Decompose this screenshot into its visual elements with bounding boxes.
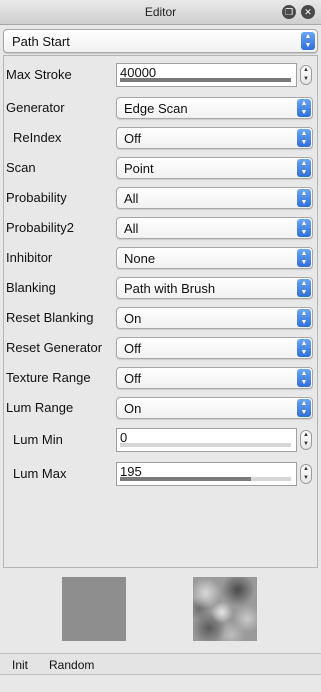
blanking-select-value: Path with Brush [124,281,216,296]
close-icon[interactable]: ✕ [301,5,315,19]
blanking-select[interactable]: Path with Brush ▲ ▼ [116,277,313,299]
probability2-select[interactable]: All ▲ ▼ [116,217,313,239]
reset-blanking-select-value: On [124,311,142,326]
window-title: Editor [144,5,177,19]
reset-blanking-label: Reset Blanking [6,310,94,325]
max-stroke-slider-fill [120,78,291,82]
title-bar: Editor ❐ ✕ [0,0,321,25]
reindex-select-value: Off [124,131,142,146]
updown-arrows-icon: ▲ ▼ [297,249,311,267]
lum-max-slider-fill [120,477,251,481]
scan-select-value: Point [124,161,154,176]
inhibitor-select[interactable]: None ▲ ▼ [116,247,313,269]
updown-arrows-icon: ▲ ▼ [297,159,311,177]
generator-select-value: Edge Scan [124,101,188,116]
generator-select[interactable]: Edge Scan ▲ ▼ [116,97,313,119]
row-lum-range: Lum Range On ▲ ▼ [4,396,317,420]
row-scan: Scan Point ▲ ▼ [4,156,317,180]
texture-preview-swatch [193,577,257,641]
inhibitor-select-value: None [124,251,156,266]
reindex-label: ReIndex [13,130,62,145]
updown-arrows-icon: ▲ ▼ [301,32,315,50]
probability2-select-value: All [124,221,139,236]
path-start-select-value: Path Start [12,34,70,49]
reindex-select[interactable]: Off ▲ ▼ [116,127,313,149]
lum-min-slider[interactable] [120,443,291,447]
row-max-stroke: Max Stroke 40000 ▲ ▼ [4,63,317,87]
lum-max-label: Lum Max [13,466,67,481]
lum-range-label: Lum Range [6,400,74,415]
reset-generator-select[interactable]: Off ▲ ▼ [116,337,313,359]
scan-select[interactable]: Point ▲ ▼ [116,157,313,179]
reset-generator-label: Reset Generator [6,340,103,355]
reset-blanking-select[interactable]: On ▲ ▼ [116,307,313,329]
max-stroke-field[interactable]: 40000 [116,63,297,87]
row-probability: Probability All ▲ ▼ [4,186,317,210]
row-blanking: Blanking Path with Brush ▲ ▼ [4,276,317,300]
bottom-toolbar: Init Random [0,653,321,675]
color-preview-swatch [62,577,126,641]
max-stroke-label: Max Stroke [6,67,72,82]
texture-range-label: Texture Range [6,370,91,385]
texture-range-select-value: Off [124,371,142,386]
reset-generator-select-value: Off [124,341,142,356]
lum-min-stepper-icon[interactable]: ▲ ▼ [300,430,312,450]
row-probability2: Probability2 All ▲ ▼ [4,216,317,240]
path-start-select[interactable]: Path Start ▲ ▼ [3,29,318,53]
updown-arrows-icon: ▲ ▼ [297,129,311,147]
probability2-label: Probability2 [6,220,74,235]
lum-max-stepper-icon[interactable]: ▲ ▼ [300,464,312,484]
row-reset-blanking: Reset Blanking On ▲ ▼ [4,306,317,330]
updown-arrows-icon: ▲ ▼ [297,99,311,117]
probability-select-value: All [124,191,139,206]
scan-label: Scan [6,160,36,175]
row-generator: Generator Edge Scan ▲ ▼ [4,96,317,120]
generator-label: Generator [6,100,65,115]
texture-range-select[interactable]: Off ▲ ▼ [116,367,313,389]
row-lum-max: Lum Max 195 ▲ ▼ [4,462,317,486]
probability-select[interactable]: All ▲ ▼ [116,187,313,209]
updown-arrows-icon: ▲ ▼ [297,219,311,237]
row-inhibitor: Inhibitor None ▲ ▼ [4,246,317,270]
updown-arrows-icon: ▲ ▼ [297,339,311,357]
lum-range-select[interactable]: On ▲ ▼ [116,397,313,419]
updown-arrows-icon: ▲ ▼ [297,279,311,297]
detach-icon[interactable]: ❐ [282,5,296,19]
updown-arrows-icon: ▲ ▼ [297,189,311,207]
lum-range-select-value: On [124,401,142,416]
max-stroke-stepper-icon[interactable]: ▲ ▼ [300,65,312,85]
row-reset-generator: Reset Generator Off ▲ ▼ [4,336,317,360]
lum-max-slider[interactable] [120,477,291,481]
init-button[interactable]: Init [12,658,28,672]
row-texture-range: Texture Range Off ▲ ▼ [4,366,317,390]
properties-panel: Max Stroke 40000 ▲ ▼ Generator Edge Scan … [3,55,318,568]
row-reindex: ReIndex Off ▲ ▼ [4,126,317,150]
max-stroke-slider[interactable] [120,78,291,82]
probability-label: Probability [6,190,67,205]
lum-min-field[interactable]: 0 [116,428,297,452]
random-button[interactable]: Random [49,658,94,672]
updown-arrows-icon: ▲ ▼ [297,309,311,327]
row-lum-min: Lum Min 0 ▲ ▼ [4,428,317,452]
updown-arrows-icon: ▲ ▼ [297,369,311,387]
lum-max-field[interactable]: 195 [116,462,297,486]
blanking-label: Blanking [6,280,56,295]
inhibitor-label: Inhibitor [6,250,53,265]
updown-arrows-icon: ▲ ▼ [297,399,311,417]
lum-min-label: Lum Min [13,432,63,447]
